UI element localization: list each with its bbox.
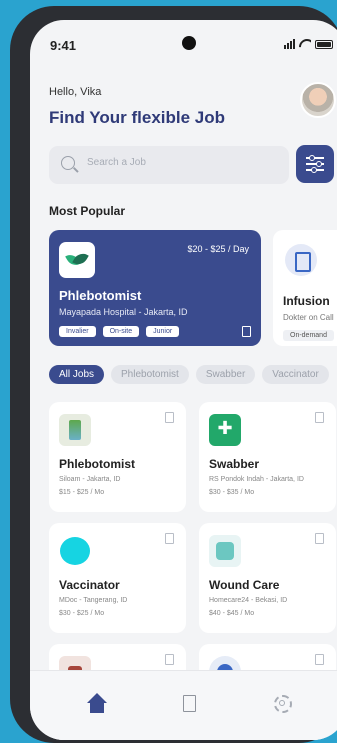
job-price: $20 - $25 / Day xyxy=(187,244,249,254)
bookmark-icon[interactable] xyxy=(315,654,324,665)
gear-icon[interactable] xyxy=(270,693,296,719)
job-title: Phlebotomist xyxy=(59,288,142,303)
bookmark-icon[interactable] xyxy=(315,533,324,544)
job-title: Vaccinator xyxy=(59,578,120,592)
battery-icon xyxy=(315,39,333,49)
job-title: Phlebotomist xyxy=(59,457,136,471)
status-bar: 9:41 xyxy=(30,20,337,70)
job-location: MDoc - Tangerang, ID xyxy=(59,597,128,604)
job-title: Swabber xyxy=(209,457,260,471)
sliders-icon xyxy=(306,155,324,161)
bottom-nav xyxy=(30,670,337,740)
job-tag: On-site xyxy=(102,326,140,337)
job-location: Mayapada Hospital - Jakarta, ID xyxy=(59,307,188,317)
company-logo xyxy=(59,242,95,278)
signal-icon xyxy=(284,39,295,49)
job-salary: $40 - $45 / Mo xyxy=(209,610,255,617)
medical-cross-icon xyxy=(209,414,241,446)
filter-button[interactable] xyxy=(296,145,334,183)
phlebotomy-icon xyxy=(59,414,91,446)
filter-chips: All Jobs Phlebotomist Swabber Vaccinator xyxy=(49,365,329,384)
search-input[interactable]: Search a Job xyxy=(87,157,146,168)
job-card[interactable]: Vaccinator MDoc - Tangerang, ID $30 - $2… xyxy=(49,523,186,633)
system-icons xyxy=(284,39,333,49)
job-card[interactable]: Wound Care Homecare24 - Bekasi, ID $40 -… xyxy=(199,523,336,633)
bookmark-icon[interactable] xyxy=(165,654,174,665)
job-salary: $15 - $25 / Mo xyxy=(59,489,105,496)
chip-vaccinator[interactable]: Vaccinator xyxy=(262,365,329,384)
job-location: Siloam - Jakarta, ID xyxy=(59,476,121,483)
chip-swabber[interactable]: Swabber xyxy=(195,365,256,384)
bookmark-icon[interactable] xyxy=(176,693,202,719)
home-icon[interactable] xyxy=(84,693,110,719)
job-card[interactable]: Swabber RS Pondok Indah - Jakarta, ID $3… xyxy=(199,402,336,512)
app-screen: 9:41 Hello, Vika Find Your flexible Job … xyxy=(30,20,337,740)
job-card[interactable]: Phlebotomist Siloam - Jakarta, ID $15 - … xyxy=(49,402,186,512)
chip-all-jobs[interactable]: All Jobs xyxy=(49,365,105,384)
job-tag: On-demand xyxy=(283,330,334,341)
medical-kit-icon xyxy=(209,535,241,567)
section-title-most-popular: Most Popular xyxy=(49,204,126,218)
camera-cutout xyxy=(182,36,196,50)
job-tag: Invalier xyxy=(59,326,96,337)
job-salary: $30 - $25 / Mo xyxy=(59,610,105,617)
bookmark-icon[interactable] xyxy=(165,412,174,423)
job-location: Dokter on Call xyxy=(283,313,334,322)
job-tags: Invalier On-site Junior xyxy=(59,326,180,337)
popular-job-card[interactable]: $20 - $25 / Day Phlebotomist Mayapada Ho… xyxy=(49,230,261,346)
avatar[interactable] xyxy=(300,82,336,118)
infusion-icon xyxy=(285,244,317,276)
job-title: Wound Care xyxy=(209,578,280,592)
status-time: 9:41 xyxy=(50,38,77,53)
bookmark-icon[interactable] xyxy=(242,326,251,337)
wifi-icon xyxy=(299,39,311,49)
job-salary: $30 - $35 / Mo xyxy=(209,489,255,496)
greeting-text: Hello, Vika xyxy=(49,86,102,98)
job-title: Infusion xyxy=(283,294,330,308)
vaccine-icon xyxy=(59,535,91,567)
job-tag: Junior xyxy=(146,326,180,337)
job-location: RS Pondok Indah - Jakarta, ID xyxy=(209,476,304,483)
search-bar[interactable]: Search a Job xyxy=(49,146,289,184)
chip-phlebotomist[interactable]: Phlebotomist xyxy=(111,365,189,384)
job-location: Homecare24 - Bekasi, ID xyxy=(209,597,288,604)
page-title: Find Your flexible Job xyxy=(49,108,226,127)
phone-frame: 9:41 Hello, Vika Find Your flexible Job … xyxy=(10,6,337,743)
bookmark-icon[interactable] xyxy=(165,533,174,544)
bookmark-icon[interactable] xyxy=(315,412,324,423)
popular-job-card[interactable]: Infusion Dokter on Call On-demand xyxy=(273,230,337,346)
search-icon xyxy=(61,156,75,170)
